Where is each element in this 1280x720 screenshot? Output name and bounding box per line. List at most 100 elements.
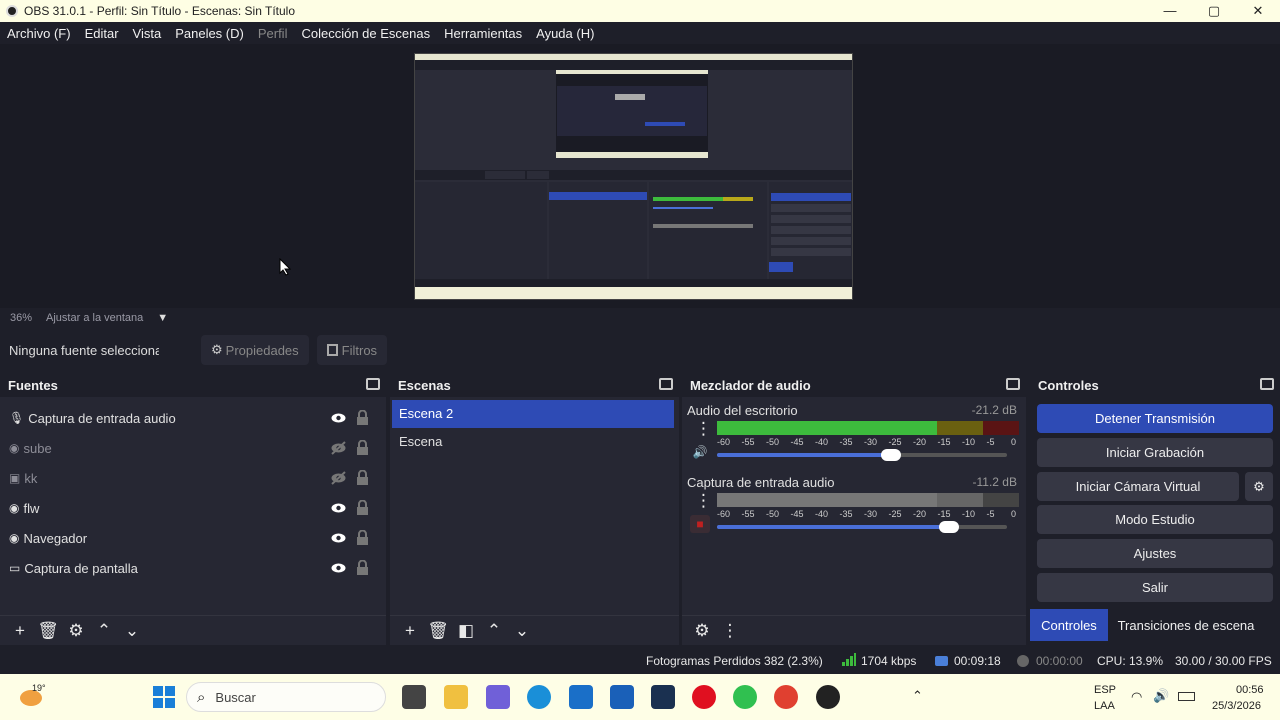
tab-controls[interactable]: Controles xyxy=(1030,609,1108,641)
language-code[interactable]: ESP xyxy=(1094,684,1116,696)
menu-herramientas[interactable]: Herramientas xyxy=(444,26,522,41)
task-view-icon[interactable] xyxy=(402,685,426,709)
eye-hidden-icon[interactable] xyxy=(331,471,346,485)
trash-icon[interactable]: 🗑 xyxy=(424,621,452,641)
undock-icon[interactable] xyxy=(1006,378,1020,390)
lock-icon[interactable] xyxy=(356,439,369,455)
menu-vista[interactable]: Vista xyxy=(133,26,162,41)
lock-icon[interactable] xyxy=(356,409,369,425)
windows-start-icon[interactable] xyxy=(153,686,175,708)
source-item[interactable]: 🎙 Captura de entrada audio xyxy=(0,403,386,433)
filter-icon[interactable]: ◧ xyxy=(452,621,480,641)
chevron-up-icon[interactable]: ⌃ xyxy=(912,688,923,704)
stop-streaming-button[interactable]: Detener Transmisión xyxy=(1037,404,1273,433)
chrome-icon[interactable] xyxy=(774,685,798,709)
eye-hidden-icon[interactable] xyxy=(331,441,346,455)
db-tick-label: -10 xyxy=(962,509,976,519)
menu-coleccion[interactable]: Colección de Escenas xyxy=(301,26,430,41)
trash-icon[interactable]: 🗑 xyxy=(34,621,62,641)
scene-item[interactable]: Escena xyxy=(392,428,674,456)
muted-speaker-icon[interactable]: ■ xyxy=(690,515,710,533)
undock-icon[interactable] xyxy=(1260,378,1274,390)
menu-perfil[interactable]: Perfil xyxy=(258,26,288,41)
source-item[interactable]: ◉ Navegador xyxy=(0,523,386,553)
minimize-button[interactable]: — xyxy=(1148,0,1192,22)
scene-item[interactable]: Escena 2 xyxy=(392,400,674,428)
properties-label: Propiedades xyxy=(225,342,299,358)
gear-icon[interactable]: ⚙ xyxy=(62,621,90,641)
exit-button[interactable]: Salir xyxy=(1037,573,1273,602)
search-icon: ⌕ xyxy=(197,688,206,706)
prime-video-icon[interactable] xyxy=(651,685,675,709)
store-icon[interactable] xyxy=(569,685,593,709)
add-icon[interactable]: + xyxy=(396,621,424,641)
chevron-up-icon[interactable]: ⌃ xyxy=(480,621,508,641)
clock-date[interactable]: 25/3/2026 xyxy=(1212,700,1261,712)
lock-icon[interactable] xyxy=(356,559,369,575)
audio-mixer-dock: Mezclador de audio Audio del escritorio -… xyxy=(682,373,1026,645)
keyboard-layout[interactable]: LAA xyxy=(1094,700,1115,712)
close-button[interactable]: ✕ xyxy=(1236,0,1280,22)
db-tick-label: -50 xyxy=(766,509,780,519)
menu-editar[interactable]: Editar xyxy=(85,26,119,41)
whatsapp-icon[interactable] xyxy=(733,685,757,709)
menu-paneles[interactable]: Paneles (D) xyxy=(175,26,244,41)
chevron-down-icon[interactable]: ▼ xyxy=(157,312,168,324)
gear-icon[interactable]: ⚙ xyxy=(688,621,716,641)
eye-icon[interactable] xyxy=(331,561,346,575)
source-item[interactable]: ◉ sube xyxy=(0,433,386,463)
eye-icon[interactable] xyxy=(331,501,346,515)
source-item[interactable]: ▣ kk xyxy=(0,463,386,493)
lock-icon[interactable] xyxy=(356,469,369,485)
image-icon: ▣ xyxy=(9,471,21,485)
zoom-mode-select[interactable]: Ajustar a la ventana xyxy=(46,312,143,324)
chevron-down-icon[interactable]: ⌄ xyxy=(508,621,536,641)
speaker-icon[interactable]: 🔊 xyxy=(690,443,710,461)
volume-slider-handle[interactable] xyxy=(881,449,901,461)
menu-ayuda[interactable]: Ayuda (H) xyxy=(536,26,594,41)
start-virtual-camera-button[interactable]: Iniciar Cámara Virtual xyxy=(1037,472,1239,501)
undock-icon[interactable] xyxy=(366,378,380,390)
mixer-header: Mezclador de audio xyxy=(682,373,1026,397)
db-tick-label: -15 xyxy=(937,509,951,519)
opera-icon[interactable] xyxy=(692,685,716,709)
chevron-down-icon[interactable]: ⌄ xyxy=(118,621,146,641)
volume-slider-handle[interactable] xyxy=(939,521,959,533)
source-item[interactable]: ◉ flw xyxy=(0,493,386,523)
maximize-button[interactable]: ▢ xyxy=(1192,0,1236,22)
virtual-camera-settings-button[interactable]: ⚙ xyxy=(1245,472,1273,501)
more-vertical-icon[interactable]: ⋮ xyxy=(695,491,712,511)
eye-icon[interactable] xyxy=(331,531,346,545)
settings-button[interactable]: Ajustes xyxy=(1037,539,1273,568)
volume-slider[interactable] xyxy=(717,521,1007,533)
file-explorer-icon[interactable] xyxy=(444,685,468,709)
volume-icon[interactable]: 🔊 xyxy=(1153,688,1169,704)
tab-scene-transitions[interactable]: Transiciones de escena xyxy=(1108,609,1264,641)
teams-icon[interactable] xyxy=(486,685,510,709)
db-tick-label: -30 xyxy=(864,437,878,447)
properties-button[interactable]: ⚙ Propiedades xyxy=(201,335,309,365)
obs-icon[interactable] xyxy=(816,685,840,709)
start-recording-button[interactable]: Iniciar Grabación xyxy=(1037,438,1273,467)
eye-icon[interactable] xyxy=(331,411,346,425)
add-icon[interactable]: + xyxy=(6,621,34,641)
lock-icon[interactable] xyxy=(356,529,369,545)
wifi-icon[interactable]: ◠ xyxy=(1131,689,1142,705)
studio-mode-button[interactable]: Modo Estudio xyxy=(1037,505,1273,534)
filters-button[interactable]: Filtros xyxy=(316,335,388,365)
outlook-icon[interactable] xyxy=(610,685,634,709)
db-tick-label: -5 xyxy=(986,437,995,447)
gear-icon: ⚙ xyxy=(1253,478,1265,494)
volume-slider[interactable] xyxy=(717,449,1007,461)
menu-archivo[interactable]: Archivo (F) xyxy=(7,26,71,41)
more-vertical-icon[interactable]: ⋮ xyxy=(716,621,744,641)
more-vertical-icon[interactable]: ⋮ xyxy=(695,419,712,439)
battery-icon[interactable] xyxy=(1178,692,1195,701)
chevron-up-icon[interactable]: ⌃ xyxy=(90,621,118,641)
clock-time[interactable]: 00:56 xyxy=(1236,684,1264,696)
undock-icon[interactable] xyxy=(659,378,673,390)
search-box[interactable]: ⌕ Buscar xyxy=(186,682,386,712)
edge-icon[interactable] xyxy=(527,685,551,709)
lock-icon[interactable] xyxy=(356,499,369,515)
source-item[interactable]: ▭ Captura de pantalla xyxy=(0,553,386,583)
